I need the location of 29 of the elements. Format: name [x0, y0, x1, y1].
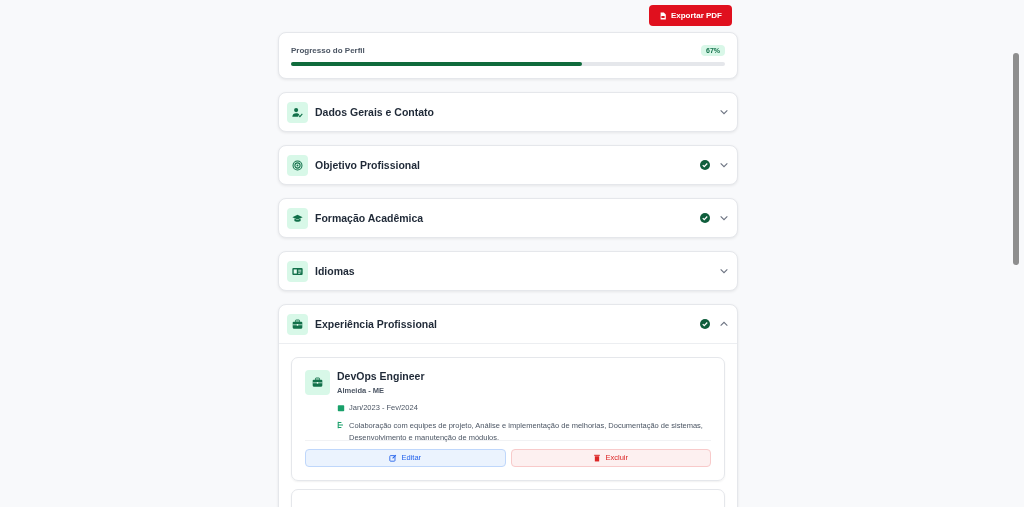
target-icon: [292, 159, 303, 171]
chevron-down-icon: [719, 213, 729, 223]
language-card-icon: [292, 265, 303, 277]
section-title: Objetivo Profissional: [315, 159, 422, 171]
job-title: DevOps Engineer: [337, 370, 426, 382]
edit-icon: [389, 453, 398, 462]
chevron-down-icon: [719, 266, 729, 276]
trash-icon: [593, 453, 602, 462]
user-check-icon: [292, 106, 303, 118]
section-header[interactable]: Idiomas: [279, 252, 737, 290]
section-header[interactable]: Formação Acadêmica: [279, 199, 737, 237]
chevron-down-icon: [719, 107, 729, 117]
list-icon: [337, 421, 345, 429]
export-pdf-button[interactable]: Exportar PDF: [648, 5, 732, 26]
section-title: Idiomas: [315, 265, 356, 277]
progress-label: Progresso do Perfil: [291, 46, 365, 55]
section-header[interactable]: Experiência Profissional: [279, 305, 737, 344]
document-icon: [658, 11, 667, 20]
section-title: Formação Acadêmica: [315, 212, 425, 224]
calendar-icon: [337, 403, 345, 412]
section-title: Experiência Profissional: [315, 318, 438, 330]
section-title: Dados Gerais e Contato: [315, 106, 436, 118]
briefcase-icon: [312, 377, 323, 388]
briefcase-icon: [292, 318, 303, 330]
chevron-up-icon: [719, 319, 729, 329]
graduation-cap-icon: [292, 212, 303, 224]
chevron-down-icon: [719, 160, 729, 170]
section-header[interactable]: Dados Gerais e Contato: [279, 93, 737, 131]
section-header[interactable]: Objetivo Profissional: [279, 146, 737, 184]
